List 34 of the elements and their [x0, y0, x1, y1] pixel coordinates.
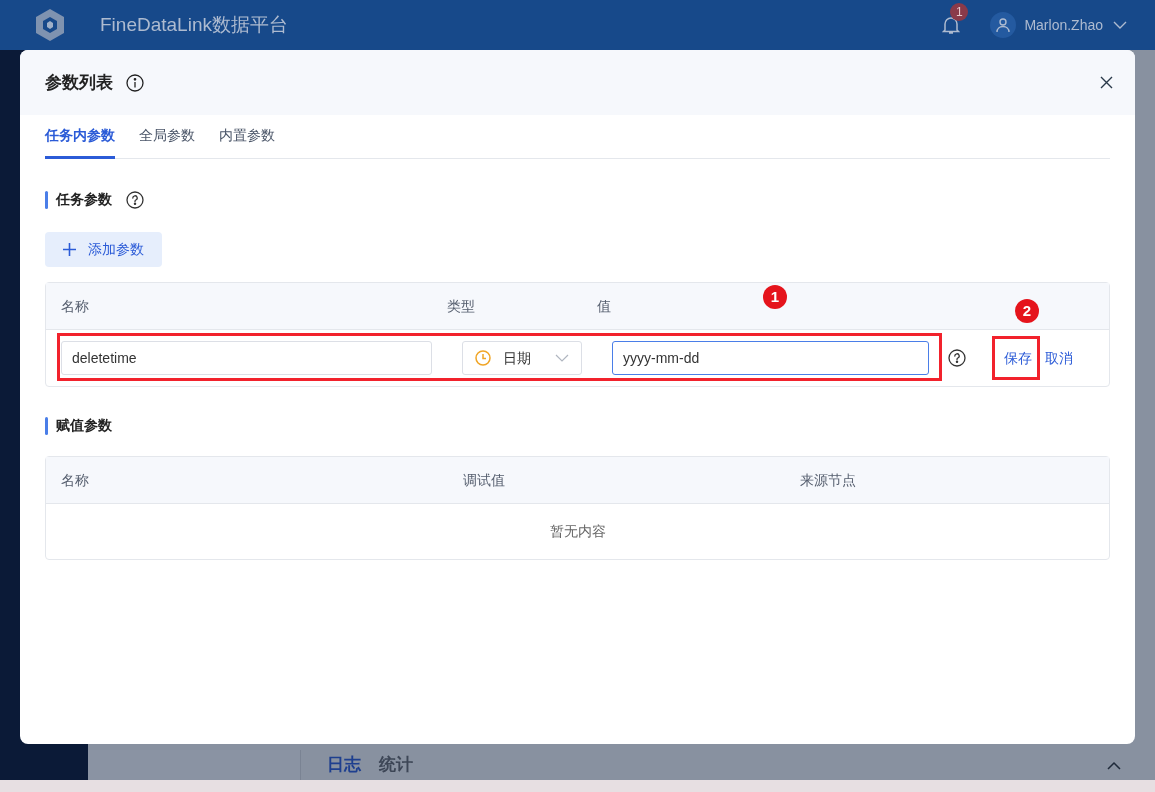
user-name[interactable]: Marlon.Zhao	[1024, 14, 1103, 36]
column-header: 名称	[61, 470, 90, 490]
dialog-tab[interactable]: 全局参数	[139, 115, 195, 159]
column-header: 名称	[61, 296, 90, 316]
save-link[interactable]: 保存	[1004, 347, 1032, 369]
annotation-frame	[992, 336, 1040, 380]
user-avatar-icon[interactable]	[995, 17, 1012, 33]
clock-icon	[475, 350, 491, 366]
empty-message: 暂无内容	[549, 522, 606, 541]
help-icon[interactable]	[126, 190, 144, 209]
info-icon[interactable]	[126, 73, 144, 92]
plus-icon	[63, 243, 76, 256]
notification-count: 1	[950, 3, 969, 21]
section-title: 任务参数	[56, 190, 112, 209]
cancel-link[interactable]: 取消	[1045, 347, 1073, 369]
chevron-down-icon	[555, 353, 569, 363]
name-field[interactable]: deletetime	[61, 341, 432, 375]
column-header: 值	[597, 296, 611, 316]
app-title: FineDataLink数据平台	[100, 12, 288, 37]
chevron-down-icon[interactable]	[1113, 20, 1127, 30]
bell-icon[interactable]	[942, 15, 961, 35]
column-header: 来源节点	[800, 470, 856, 490]
column-header: 调试值	[463, 470, 506, 490]
close-icon[interactable]	[1100, 76, 1113, 89]
section-title: 赋值参数	[56, 416, 112, 435]
chevron-up-icon[interactable]	[1107, 760, 1121, 770]
type-select[interactable]: 日期	[462, 341, 582, 375]
help-icon[interactable]	[948, 349, 966, 367]
add-parameter-button[interactable]: 添加参数	[45, 232, 162, 267]
dialog-tab[interactable]: 内置参数	[219, 115, 275, 159]
value-field[interactable]: yyyy-mm-dd	[612, 341, 929, 375]
column-header: 类型	[447, 296, 476, 316]
dialog-tab[interactable]: 任务内参数	[45, 115, 115, 159]
dialog-title: 参数列表	[45, 71, 113, 94]
